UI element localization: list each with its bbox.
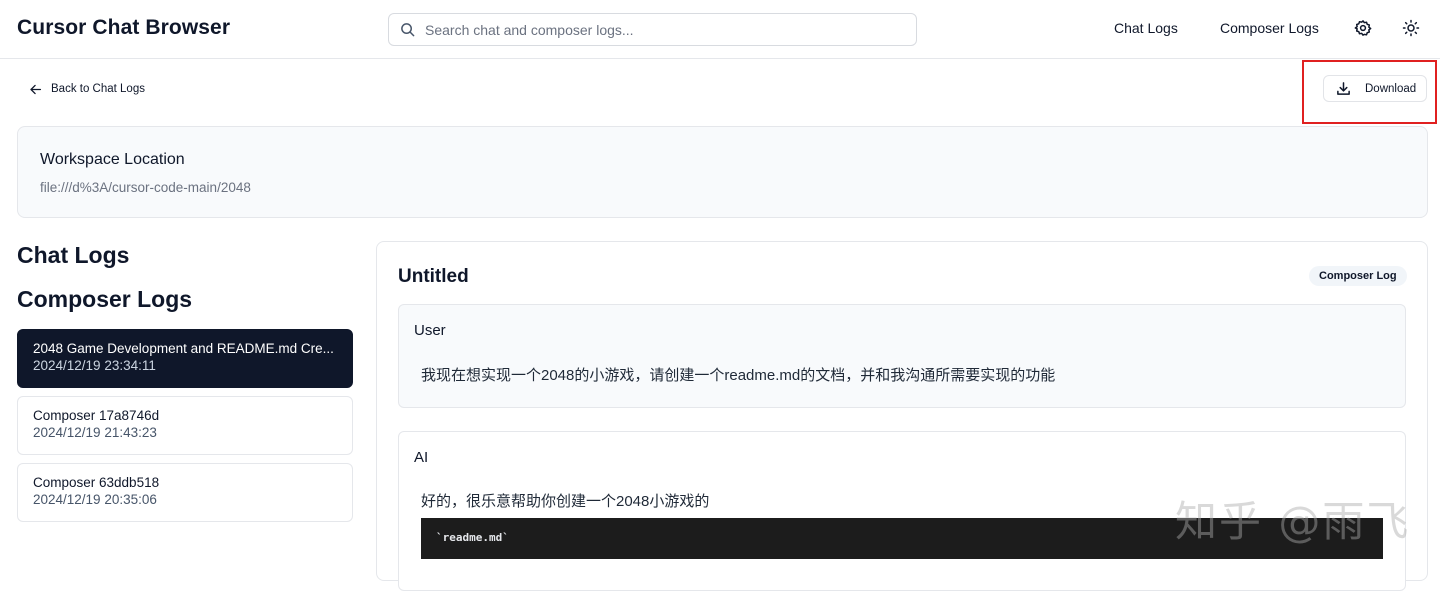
- log-item-title: Composer 17a8746d: [33, 408, 160, 423]
- workspace-title: Workspace Location: [40, 151, 185, 168]
- message-text: 好的，很乐意帮助你创建一个2048小游戏的: [421, 493, 710, 510]
- log-item-title: Composer 63ddb518: [33, 475, 160, 490]
- arrow-left-icon: [30, 84, 42, 94]
- search-box[interactable]: [388, 13, 917, 46]
- log-item-date: 2024/12/19 21:43:23: [33, 425, 157, 440]
- app-title: Cursor Chat Browser: [17, 16, 231, 39]
- conversation-title: Untitled: [398, 266, 469, 287]
- gear-icon[interactable]: [1354, 19, 1372, 37]
- watermark: 知乎 @雨飞: [1175, 497, 1411, 546]
- top-bar: Cursor Chat Browser Chat Logs Composer L…: [0, 0, 1440, 59]
- workspace-card: Workspace Location file:///d%3A/cursor-c…: [17, 126, 1428, 218]
- back-link-label: Back to Chat Logs: [51, 83, 145, 95]
- message-role: User: [414, 322, 446, 339]
- log-item-date: 2024/12/19 23:34:11: [33, 358, 156, 373]
- chat-logs-heading: Chat Logs: [17, 242, 130, 268]
- composer-log-item[interactable]: Composer 63ddb518 2024/12/19 20:35:06: [17, 463, 353, 522]
- composer-log-item[interactable]: Composer 17a8746d 2024/12/19 21:43:23: [17, 396, 353, 455]
- user-message: User 我现在想实现一个2048的小游戏，请创建一个readme.md的文档，…: [398, 304, 1406, 408]
- nav-chat-logs[interactable]: Chat Logs: [1114, 20, 1178, 36]
- highlight-annotation: [1302, 60, 1437, 124]
- log-item-date: 2024/12/19 20:35:06: [33, 492, 157, 507]
- message-role: AI: [414, 449, 429, 466]
- sun-icon[interactable]: [1402, 19, 1420, 37]
- composer-log-item[interactable]: 2048 Game Development and README.md Cre.…: [17, 329, 353, 388]
- workspace-path: file:///d%3A/cursor-code-main/2048: [40, 180, 251, 195]
- search-icon: [401, 23, 415, 37]
- message-text: 我现在想实现一个2048的小游戏，请创建一个readme.md的文档，并和我沟通…: [421, 367, 1056, 384]
- composer-logs-heading: Composer Logs: [17, 286, 193, 312]
- nav-composer-logs[interactable]: Composer Logs: [1220, 20, 1319, 36]
- back-to-chat-logs-link[interactable]: Back to Chat Logs: [29, 81, 145, 97]
- log-item-title: 2048 Game Development and README.md Cre.…: [33, 341, 334, 356]
- search-input[interactable]: [425, 19, 905, 41]
- log-type-badge: Composer Log: [1309, 266, 1407, 286]
